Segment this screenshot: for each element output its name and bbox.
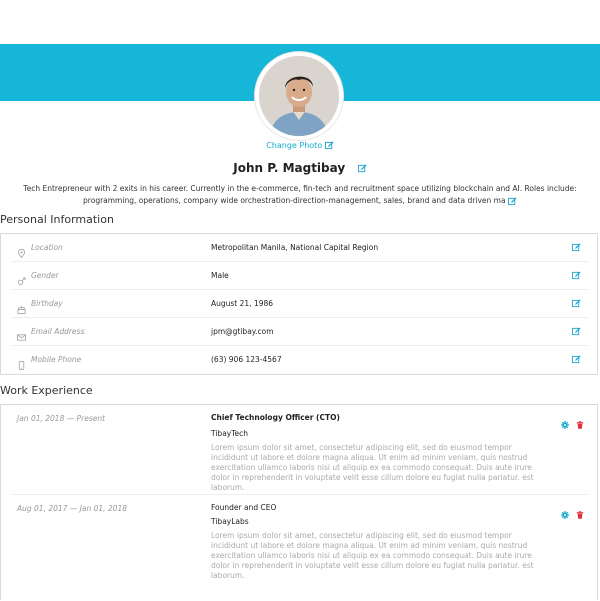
location-label: Location [31, 243, 63, 252]
work-experience-card: Jan 01, 2018 — Present Chief Technology … [0, 404, 598, 600]
avatar[interactable] [259, 56, 339, 136]
info-row-birthday: Birthday August 21, 1986 [11, 290, 589, 318]
delete-trash-icon[interactable] [576, 511, 584, 519]
birthday-cake-icon [17, 299, 26, 314]
job-actions [561, 414, 586, 433]
settings-gear-icon[interactable] [561, 421, 569, 429]
edit-bio-icon[interactable] [507, 196, 517, 206]
edit-location-icon[interactable] [572, 243, 581, 252]
change-photo-link[interactable]: Change Photo [0, 141, 600, 150]
bio-text: Tech Entrepreneur with 2 exits in his ca… [23, 184, 577, 205]
job-description: Lorem ipsum dolor sit amet, consectetur … [211, 531, 534, 580]
job-title: Founder and CEO [211, 503, 277, 512]
info-row-mobile: Mobile Phone (63) 906 123-4567 [11, 346, 589, 374]
job-dates: Jan 01, 2018 — Present [17, 414, 106, 423]
job-actions [561, 504, 586, 523]
profile-page: Change Photo John P. Magtibay Tech Entre… [0, 0, 600, 600]
info-row-location: Location Metropolitan Manila, National C… [11, 234, 589, 262]
profile-bio: Tech Entrepreneur with 2 exits in his ca… [10, 183, 590, 207]
mobile-value: (63) 906 123-4567 [211, 355, 282, 364]
edit-gender-icon[interactable] [572, 271, 581, 280]
info-row-gender: Gender Male [11, 262, 589, 290]
job-entry: Aug 01, 2017 — Jan 01, 2018 Founder and … [11, 495, 589, 601]
settings-gear-icon[interactable] [561, 511, 569, 519]
mobile-label: Mobile Phone [31, 355, 82, 364]
mobile-phone-icon [17, 355, 26, 370]
profile-name: John P. Magtibay [233, 161, 346, 175]
job-title: Chief Technology Officer (CTO) [211, 413, 340, 422]
job-dates: Aug 01, 2017 — Jan 01, 2018 [17, 504, 128, 513]
edit-icon [324, 141, 334, 150]
gender-label: Gender [31, 271, 59, 280]
job-company: TibayTech [211, 429, 249, 438]
job-description: Lorem ipsum dolor sit amet, consectetur … [211, 443, 534, 492]
email-value: jpm@gtibay.com [211, 327, 274, 336]
profile-name-row: John P. Magtibay [0, 161, 600, 175]
birthday-label: Birthday [31, 299, 63, 308]
info-row-email: Email Address jpm@gtibay.com [11, 318, 589, 346]
personal-information-heading: Personal Information [0, 213, 114, 226]
avatar-frame [255, 52, 343, 140]
job-entry: Jan 01, 2018 — Present Chief Technology … [11, 405, 589, 495]
change-photo-label: Change Photo [266, 141, 323, 150]
email-label: Email Address [31, 327, 85, 336]
gender-value: Male [211, 271, 229, 280]
edit-birthday-icon[interactable] [572, 299, 581, 308]
edit-email-icon[interactable] [572, 327, 581, 336]
gender-icon [17, 271, 26, 286]
location-value: Metropolitan Manila, National Capital Re… [211, 243, 379, 252]
job-company: TibayLabs [211, 517, 249, 526]
birthday-value: August 21, 1986 [211, 299, 274, 308]
edit-name-icon[interactable] [357, 164, 367, 173]
edit-mobile-icon[interactable] [572, 355, 581, 364]
work-experience-heading: Work Experience [0, 384, 93, 397]
delete-trash-icon[interactable] [576, 421, 584, 429]
location-pin-icon [17, 243, 26, 259]
envelope-icon [17, 327, 26, 341]
personal-information-card: Location Metropolitan Manila, National C… [0, 233, 598, 375]
